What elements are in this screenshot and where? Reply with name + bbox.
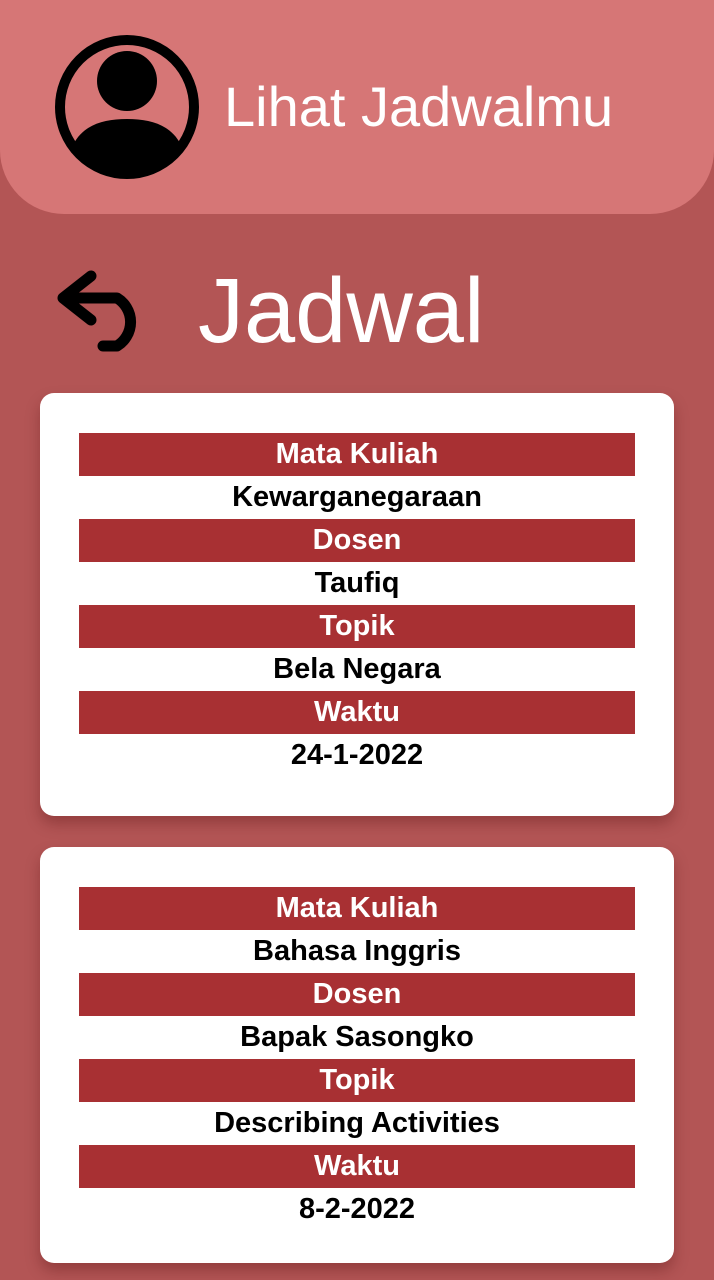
undo-arrow-icon[interactable]: [55, 264, 159, 356]
lecturer-value: Taufiq: [314, 567, 400, 599]
course-label: Mata Kuliah: [79, 887, 635, 930]
time-value: 24-1-2022: [290, 739, 424, 771]
lecturer-label: Dosen: [79, 973, 635, 1016]
course-label: Mata Kuliah: [79, 433, 635, 476]
user-avatar-icon[interactable]: [53, 33, 201, 181]
topic-label: Topik: [79, 1059, 635, 1102]
lecturer-label: Dosen: [79, 519, 635, 562]
course-value: Kewarganegaraan: [232, 481, 482, 513]
time-label: Waktu: [79, 1145, 635, 1188]
schedule-card: Mata Kuliah Kewarganegaraan Dosen Taufiq…: [40, 393, 674, 816]
lecturer-value: Bapak Sasongko: [240, 1021, 474, 1053]
app-header: Lihat Jadwalmu: [0, 0, 714, 214]
time-label: Waktu: [79, 691, 635, 734]
topic-value: Bela Negara: [273, 653, 441, 685]
header-title: Lihat Jadwalmu: [224, 75, 614, 138]
topic-value: Describing Activities: [214, 1107, 500, 1139]
page-title: Jadwal: [198, 260, 485, 362]
course-value: Bahasa Inggris: [253, 935, 461, 967]
time-value: 8-2-2022: [298, 1193, 416, 1225]
schedule-card: Mata Kuliah Bahasa Inggris Dosen Bapak S…: [40, 847, 674, 1263]
topic-label: Topik: [79, 605, 635, 648]
